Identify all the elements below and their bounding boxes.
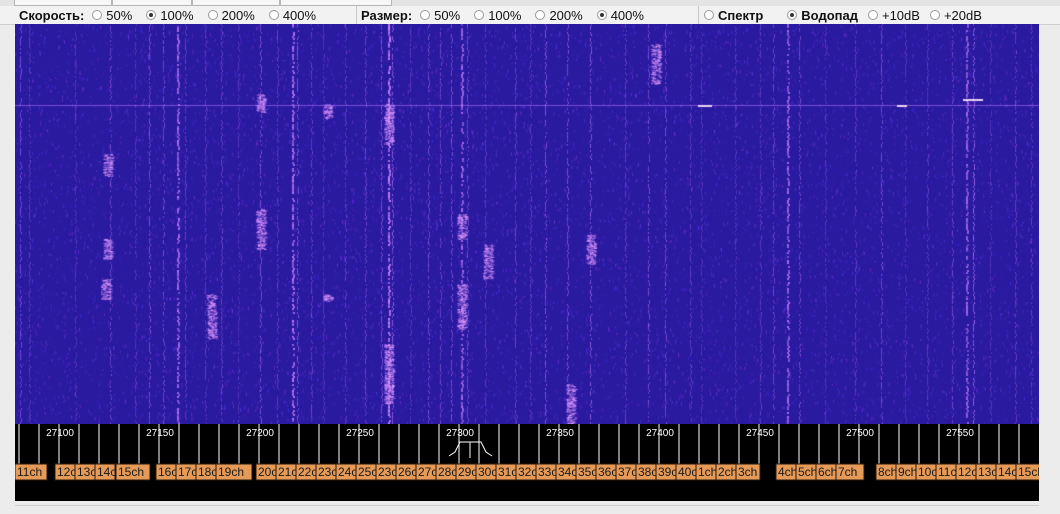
- channel-tag-label: 4ch: [778, 465, 797, 479]
- radio-icon: [929, 10, 940, 20]
- size-option-400[interactable]: 400%: [596, 8, 644, 23]
- size-option-50[interactable]: 50%: [420, 8, 460, 23]
- frequency-label: 27250: [346, 428, 374, 439]
- channel-tag-label: 15ch: [118, 465, 144, 479]
- frequency-label: 27350: [546, 428, 574, 439]
- frequency-label: 27100: [46, 428, 74, 439]
- frequency-scale-graphic: 27100 27150 27200 27250 27300 27350 27400 27450…: [15, 424, 1039, 481]
- channel-tag-label: 3ch: [738, 465, 757, 479]
- channel-tag-label: 11ch: [17, 465, 42, 479]
- frequency-label: 27550: [946, 428, 974, 439]
- size-group: Размер: 50% 100% 200% 400%: [361, 6, 658, 24]
- radio-icon: [420, 10, 431, 20]
- waterfall-controls-bar: Скорость: 50% 100% 200% 400% Размер: 50%…: [0, 6, 1060, 25]
- radio-icon: [704, 10, 714, 20]
- size-option-200[interactable]: 200%: [535, 8, 583, 23]
- frequency-scale[interactable]: 27100 27150 27200 27250 27300 27350 27400 27450…: [15, 424, 1039, 501]
- view-group: Спектр Водопад +10dB +20dB: [704, 6, 996, 24]
- radio-icon: [474, 10, 485, 20]
- frequency-label: 27300: [446, 428, 474, 439]
- channel-tag-label: 7ch: [838, 465, 857, 479]
- frequency-label: 27200: [246, 428, 274, 439]
- channel-tag-label: 5ch: [798, 465, 817, 479]
- size-option-100[interactable]: 100%: [474, 8, 521, 23]
- channel-tag-label: 19ch: [218, 465, 244, 479]
- waterfall-canvas[interactable]: [15, 24, 1039, 424]
- waterfall-display[interactable]: [15, 24, 1039, 424]
- channel-tag-label: 2ch: [718, 465, 737, 479]
- channel-tag-label: 1ch: [698, 465, 717, 479]
- channel-tag-label: 15ch: [1018, 465, 1039, 479]
- speed-label: Скорость:: [19, 7, 85, 23]
- radio-icon: [596, 10, 607, 20]
- speed-option-400[interactable]: 400%: [268, 8, 316, 23]
- radio-icon: [867, 10, 878, 20]
- radio-icon: [787, 10, 798, 20]
- speed-group: Скорость: 50% 100% 200% 400%: [19, 6, 330, 24]
- gain-option-10db[interactable]: +10dB: [867, 8, 920, 23]
- group-divider: [698, 6, 699, 24]
- speed-option-100[interactable]: 100%: [146, 8, 194, 23]
- frequency-label: 27450: [746, 428, 774, 439]
- radio-icon: [268, 10, 279, 20]
- frequency-label: 27150: [146, 428, 174, 439]
- speed-option-200[interactable]: 200%: [207, 8, 255, 23]
- gain-option-20db[interactable]: +20dB: [929, 8, 982, 23]
- channel-tag-label: 6ch: [818, 465, 837, 479]
- radio-icon: [207, 10, 218, 20]
- group-divider: [356, 6, 357, 24]
- radio-icon: [92, 10, 103, 20]
- size-label: Размер:: [361, 7, 413, 23]
- radio-icon: [146, 10, 157, 20]
- view-option-spectrum[interactable]: Спектр: [704, 8, 763, 23]
- channel-tag-label: 8ch: [878, 465, 897, 479]
- view-option-waterfall[interactable]: Водопад: [787, 8, 858, 23]
- frequency-label: 27500: [846, 428, 874, 439]
- speed-option-50[interactable]: 50%: [92, 8, 132, 23]
- radio-icon: [535, 10, 546, 20]
- bottom-border: [15, 505, 1039, 506]
- frequency-label: 27400: [646, 428, 674, 439]
- channel-tag-label: 9ch: [898, 465, 917, 479]
